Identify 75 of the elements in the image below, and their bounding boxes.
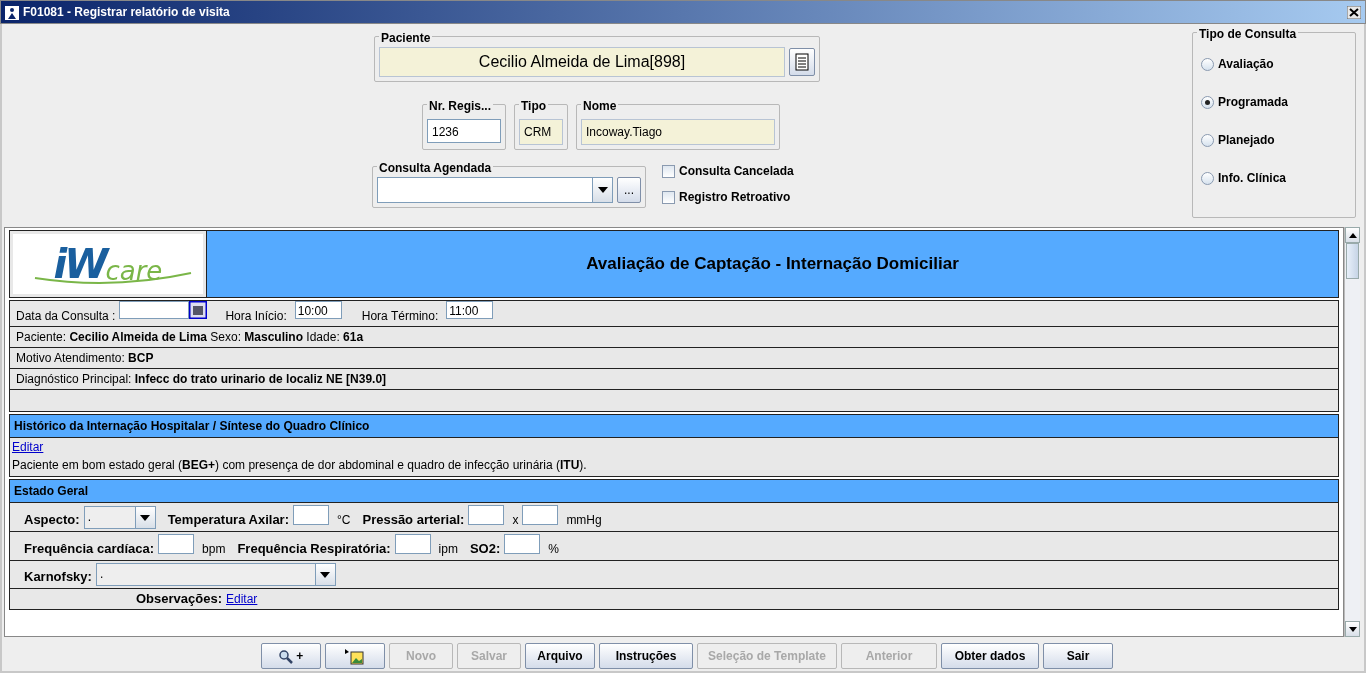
- field-label: Pressão arterial:: [362, 510, 465, 529]
- text-field[interactable]: Incoway.Tiago: [581, 119, 775, 145]
- time-field[interactable]: 10:00: [294, 301, 342, 319]
- field-label: Observações:: [136, 590, 222, 608]
- radio-button[interactable]: [1201, 133, 1214, 147]
- scroll-thumb[interactable]: [1346, 243, 1359, 279]
- zoom-in-button[interactable]: +: [261, 643, 321, 669]
- text-field[interactable]: CRM: [519, 119, 563, 145]
- close-icon[interactable]: [1347, 5, 1361, 19]
- action-button[interactable]: Instruções: [599, 643, 693, 669]
- action-button[interactable]: Obter dados: [941, 643, 1039, 669]
- calendar-icon[interactable]: [189, 301, 208, 319]
- checkbox-label: Consulta Cancelada: [679, 163, 794, 180]
- picture-icon: [345, 648, 365, 665]
- field-label: SO2:: [469, 539, 501, 558]
- radio-button[interactable]: [1201, 95, 1214, 109]
- caret-icon[interactable]: [134, 507, 155, 528]
- section-header: Estado Geral: [10, 480, 1338, 503]
- text-field[interactable]: [522, 505, 559, 525]
- edit-link[interactable]: Editar: [226, 589, 258, 608]
- info-text: Diagnóstico Principal: Infecc do trato urinario de localiz NE [N39.0]: [16, 371, 387, 388]
- section-header: Histórico da Internação Hospitalar / Síntese do Quadro Clínico: [10, 415, 1338, 438]
- action-button[interactable]: Arquivo: [525, 643, 595, 669]
- unit-label: °C: [337, 512, 351, 529]
- text-field[interactable]: [504, 534, 541, 554]
- radio-button[interactable]: [1201, 171, 1214, 185]
- magnifier-icon: [278, 649, 293, 664]
- field-label: Hora Término:: [361, 308, 439, 325]
- radio-label: Info. Clínica: [1218, 170, 1286, 187]
- unit-label: ipm: [438, 541, 458, 558]
- more-button[interactable]: ...: [617, 177, 641, 203]
- text-field[interactable]: [394, 534, 431, 554]
- patient-field: Cecilio Almeida de Lima[898]: [379, 47, 785, 77]
- info-text: Motivo Atendimento: BCP: [16, 350, 154, 367]
- field-label: Frequência cardíaca:: [24, 539, 155, 558]
- list-button[interactable]: [789, 48, 815, 76]
- unit-label: mmHg: [566, 512, 602, 529]
- radio-label: Programada: [1218, 94, 1289, 111]
- field-label: Frequência Respiratória:: [237, 539, 391, 558]
- paragraph-text: Paciente em bom estado geral (BEG+) com presença de dor abdominal e quadro de infecção urinária (ITU).: [12, 457, 588, 474]
- scroll-up-icon[interactable]: [1345, 227, 1360, 243]
- image-button[interactable]: [325, 643, 385, 669]
- radio-label: Planejado: [1218, 132, 1275, 149]
- time-field[interactable]: 11:00: [446, 301, 494, 319]
- caret-icon[interactable]: [592, 178, 612, 202]
- scroll-down-icon[interactable]: [1345, 621, 1360, 637]
- info-text: Paciente: Cecilio Almeida de Lima Sexo: Masculino Idade: 61a: [16, 329, 364, 346]
- text-field[interactable]: [158, 534, 195, 554]
- scrollbar[interactable]: [1344, 227, 1360, 637]
- window-title: F01081 - Registrar relatório de visita: [23, 4, 231, 21]
- field-label: Karnofsky:: [24, 567, 92, 586]
- field-label: Hora Início:: [225, 308, 287, 325]
- unit-label: bpm: [202, 541, 226, 558]
- date-field[interactable]: [119, 301, 190, 319]
- field-label: Aspecto:: [24, 510, 80, 529]
- document-title: Avaliação de Captação - Internação Domiciliar: [206, 231, 1338, 297]
- action-button[interactable]: Sair: [1043, 643, 1113, 669]
- caret-icon[interactable]: [314, 564, 335, 585]
- text-field[interactable]: 1236: [427, 119, 501, 143]
- unit-label: %: [548, 541, 559, 558]
- dropdown[interactable]: .: [95, 563, 336, 586]
- dropdown[interactable]: .: [83, 506, 156, 529]
- radio-label: Avaliação: [1218, 56, 1274, 73]
- document-icon: [795, 53, 809, 72]
- checkbox-label: Registro Retroativo: [679, 189, 791, 206]
- radio-button[interactable]: [1201, 57, 1214, 71]
- edit-link[interactable]: Editar: [12, 438, 44, 456]
- text-field[interactable]: [468, 505, 505, 525]
- checkbox[interactable]: [662, 164, 675, 178]
- unit-label: x: [512, 512, 519, 529]
- app-icon: [5, 3, 19, 21]
- field-label: Temperatura Axilar:: [167, 510, 289, 529]
- checkbox[interactable]: [662, 190, 675, 204]
- text-field[interactable]: [293, 505, 329, 525]
- field-label: Data da Consulta :: [16, 308, 116, 325]
